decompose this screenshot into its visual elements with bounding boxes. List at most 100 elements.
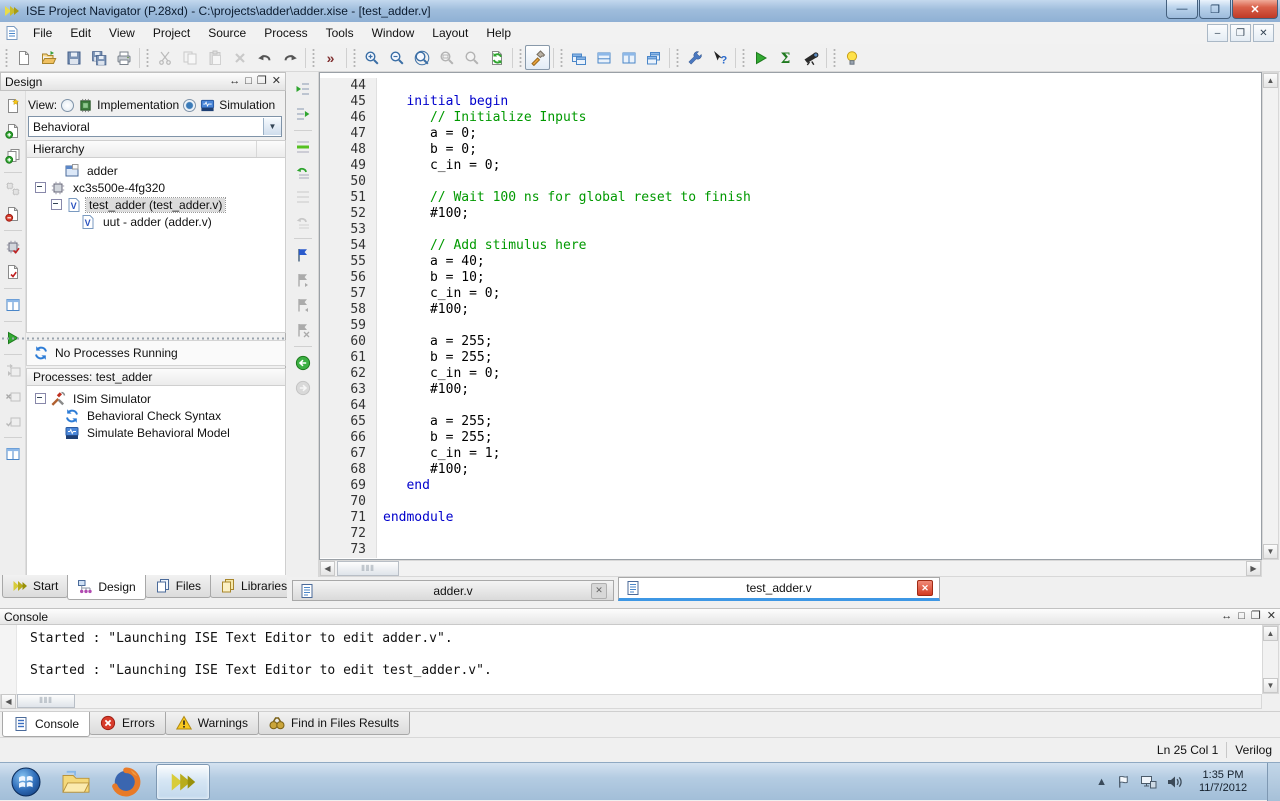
undo-button[interactable]: [252, 45, 277, 70]
code-text[interactable]: endmodule: [377, 510, 453, 526]
code-text[interactable]: a = 0;: [377, 126, 477, 142]
code-text[interactable]: #100;: [377, 302, 469, 318]
code-text[interactable]: #100;: [377, 462, 469, 478]
show-desktop-button[interactable]: [1267, 763, 1280, 801]
code-text[interactable]: a = 255;: [377, 334, 493, 350]
menu-edit[interactable]: Edit: [61, 23, 100, 43]
open-folder-button[interactable]: [36, 45, 61, 70]
add-source-button[interactable]: [2, 120, 24, 142]
code-text[interactable]: // Wait 100 ns for global reset to finis…: [377, 190, 751, 206]
toolbar-grip[interactable]: [311, 48, 316, 68]
syntax-lines-button[interactable]: [292, 136, 314, 158]
panel-float-icon[interactable]: ↔: [229, 76, 240, 87]
columns-view-button[interactable]: [2, 443, 24, 465]
save-button[interactable]: [61, 45, 86, 70]
code-text[interactable]: c_in = 0;: [377, 158, 500, 174]
scroll-down-icon[interactable]: ▼: [1263, 678, 1278, 693]
menu-help[interactable]: Help: [477, 23, 520, 43]
indent-next-button[interactable]: [292, 103, 314, 125]
code-text[interactable]: [377, 222, 383, 238]
document-mdi-icon[interactable]: [4, 25, 20, 41]
design-summary-button[interactable]: [2, 261, 24, 283]
undo-lines-button[interactable]: [292, 161, 314, 183]
tree-item[interactable]: adder: [27, 162, 285, 179]
code-text[interactable]: [377, 318, 383, 334]
scroll-down-icon[interactable]: ▼: [1263, 544, 1278, 559]
mdi-minimize-button[interactable]: –: [1207, 24, 1228, 42]
window-cascade-button[interactable]: [566, 45, 591, 70]
console-tab-errors[interactable]: Errors: [89, 712, 166, 735]
code-text[interactable]: end: [377, 478, 430, 494]
toolbar-grip[interactable]: [832, 48, 837, 68]
zoom-full-button[interactable]: [409, 45, 434, 70]
add-copy-source-button[interactable]: [2, 145, 24, 167]
panel-tab-libraries[interactable]: Libraries: [210, 575, 297, 598]
scroll-up-icon[interactable]: ▲: [1263, 73, 1278, 88]
editor-horizontal-scrollbar[interactable]: ◀ ⦀⦀⦀ ▶: [319, 560, 1262, 577]
edit-hammer-button[interactable]: [525, 45, 550, 70]
scroll-up-icon[interactable]: ▲: [1263, 626, 1278, 641]
toolbar-grip[interactable]: [518, 48, 523, 68]
tab-close-icon[interactable]: ✕: [591, 583, 607, 599]
menu-tools[interactable]: Tools: [317, 23, 363, 43]
editor-tab-test_adder-v[interactable]: test_adder.v✕: [618, 577, 940, 601]
save-all-button[interactable]: [86, 45, 111, 70]
code-text[interactable]: c_in = 0;: [377, 366, 500, 382]
toolbar-grip[interactable]: [352, 48, 357, 68]
editor-vertical-scrollbar[interactable]: ▲ ▼: [1262, 72, 1279, 560]
tree-expander-icon[interactable]: [51, 199, 62, 210]
network-icon[interactable]: [1140, 774, 1157, 790]
panel-close-icon[interactable]: ✕: [1267, 611, 1276, 622]
zoom-out-button[interactable]: [384, 45, 409, 70]
redo-button[interactable]: [277, 45, 302, 70]
scrollbar-thumb[interactable]: ⦀⦀⦀: [337, 561, 399, 576]
tray-expand-icon[interactable]: ▲: [1096, 776, 1107, 788]
menu-project[interactable]: Project: [144, 23, 199, 43]
code-editor[interactable]: 4445 initial begin46 // Initialize Input…: [319, 72, 1262, 560]
toolbar-grip[interactable]: [145, 48, 150, 68]
chevron-down-icon[interactable]: ▼: [263, 118, 281, 135]
sum-button[interactable]: Σ: [773, 45, 798, 70]
code-text[interactable]: b = 0;: [377, 142, 477, 158]
scroll-left-icon[interactable]: ◀: [1, 694, 16, 709]
scroll-right-icon[interactable]: ▶: [1246, 561, 1261, 576]
tree-item[interactable]: Behavioral Check Syntax: [27, 407, 285, 424]
panel-tab-start[interactable]: Start: [2, 575, 68, 598]
tree-item[interactable]: Vuut - adder (adder.v): [27, 213, 285, 230]
window-float-button[interactable]: [641, 45, 666, 70]
menu-window[interactable]: Window: [363, 23, 424, 43]
explorer-taskbar-icon[interactable]: [56, 765, 96, 799]
title-bar[interactable]: ISE Project Navigator (P.28xd) - C:\proj…: [0, 0, 1280, 23]
panel-restore-icon[interactable]: ❐: [257, 76, 267, 87]
volume-icon[interactable]: [1166, 774, 1183, 790]
code-text[interactable]: [377, 494, 383, 510]
scroll-left-icon[interactable]: ◀: [320, 561, 335, 576]
refresh-button[interactable]: [484, 45, 509, 70]
code-text[interactable]: c_in = 1;: [377, 446, 500, 462]
code-text[interactable]: [377, 526, 383, 542]
code-text[interactable]: // Initialize Inputs: [377, 110, 587, 126]
code-text[interactable]: a = 255;: [377, 414, 493, 430]
tree-item[interactable]: Simulate Behavioral Model: [27, 424, 285, 441]
code-text[interactable]: b = 255;: [377, 430, 493, 446]
panel-maximize-icon[interactable]: □: [1238, 611, 1245, 622]
menu-view[interactable]: View: [100, 23, 144, 43]
code-text[interactable]: [377, 542, 383, 558]
run-button[interactable]: [748, 45, 773, 70]
new-source-button[interactable]: [2, 95, 24, 117]
toolbar-grip[interactable]: [741, 48, 746, 68]
tab-close-icon[interactable]: ✕: [917, 580, 933, 596]
console-tab-console[interactable]: Console: [2, 712, 90, 737]
console-tab-warnings[interactable]: Warnings: [165, 712, 259, 735]
minimize-button[interactable]: —: [1166, 0, 1198, 19]
code-text[interactable]: // Add stimulus here: [377, 238, 587, 254]
implementation-radio[interactable]: [61, 99, 74, 112]
scrollbar-thumb[interactable]: ⦀⦀⦀: [17, 694, 75, 708]
new-document-button[interactable]: [11, 45, 36, 70]
mdi-close-button[interactable]: ✕: [1253, 24, 1274, 42]
start-button[interactable]: [6, 765, 46, 799]
firefox-taskbar-icon[interactable]: [106, 765, 146, 799]
toolbar-grip[interactable]: [675, 48, 680, 68]
simulation-radio[interactable]: [183, 99, 196, 112]
simulation-label[interactable]: Simulation: [219, 98, 275, 112]
